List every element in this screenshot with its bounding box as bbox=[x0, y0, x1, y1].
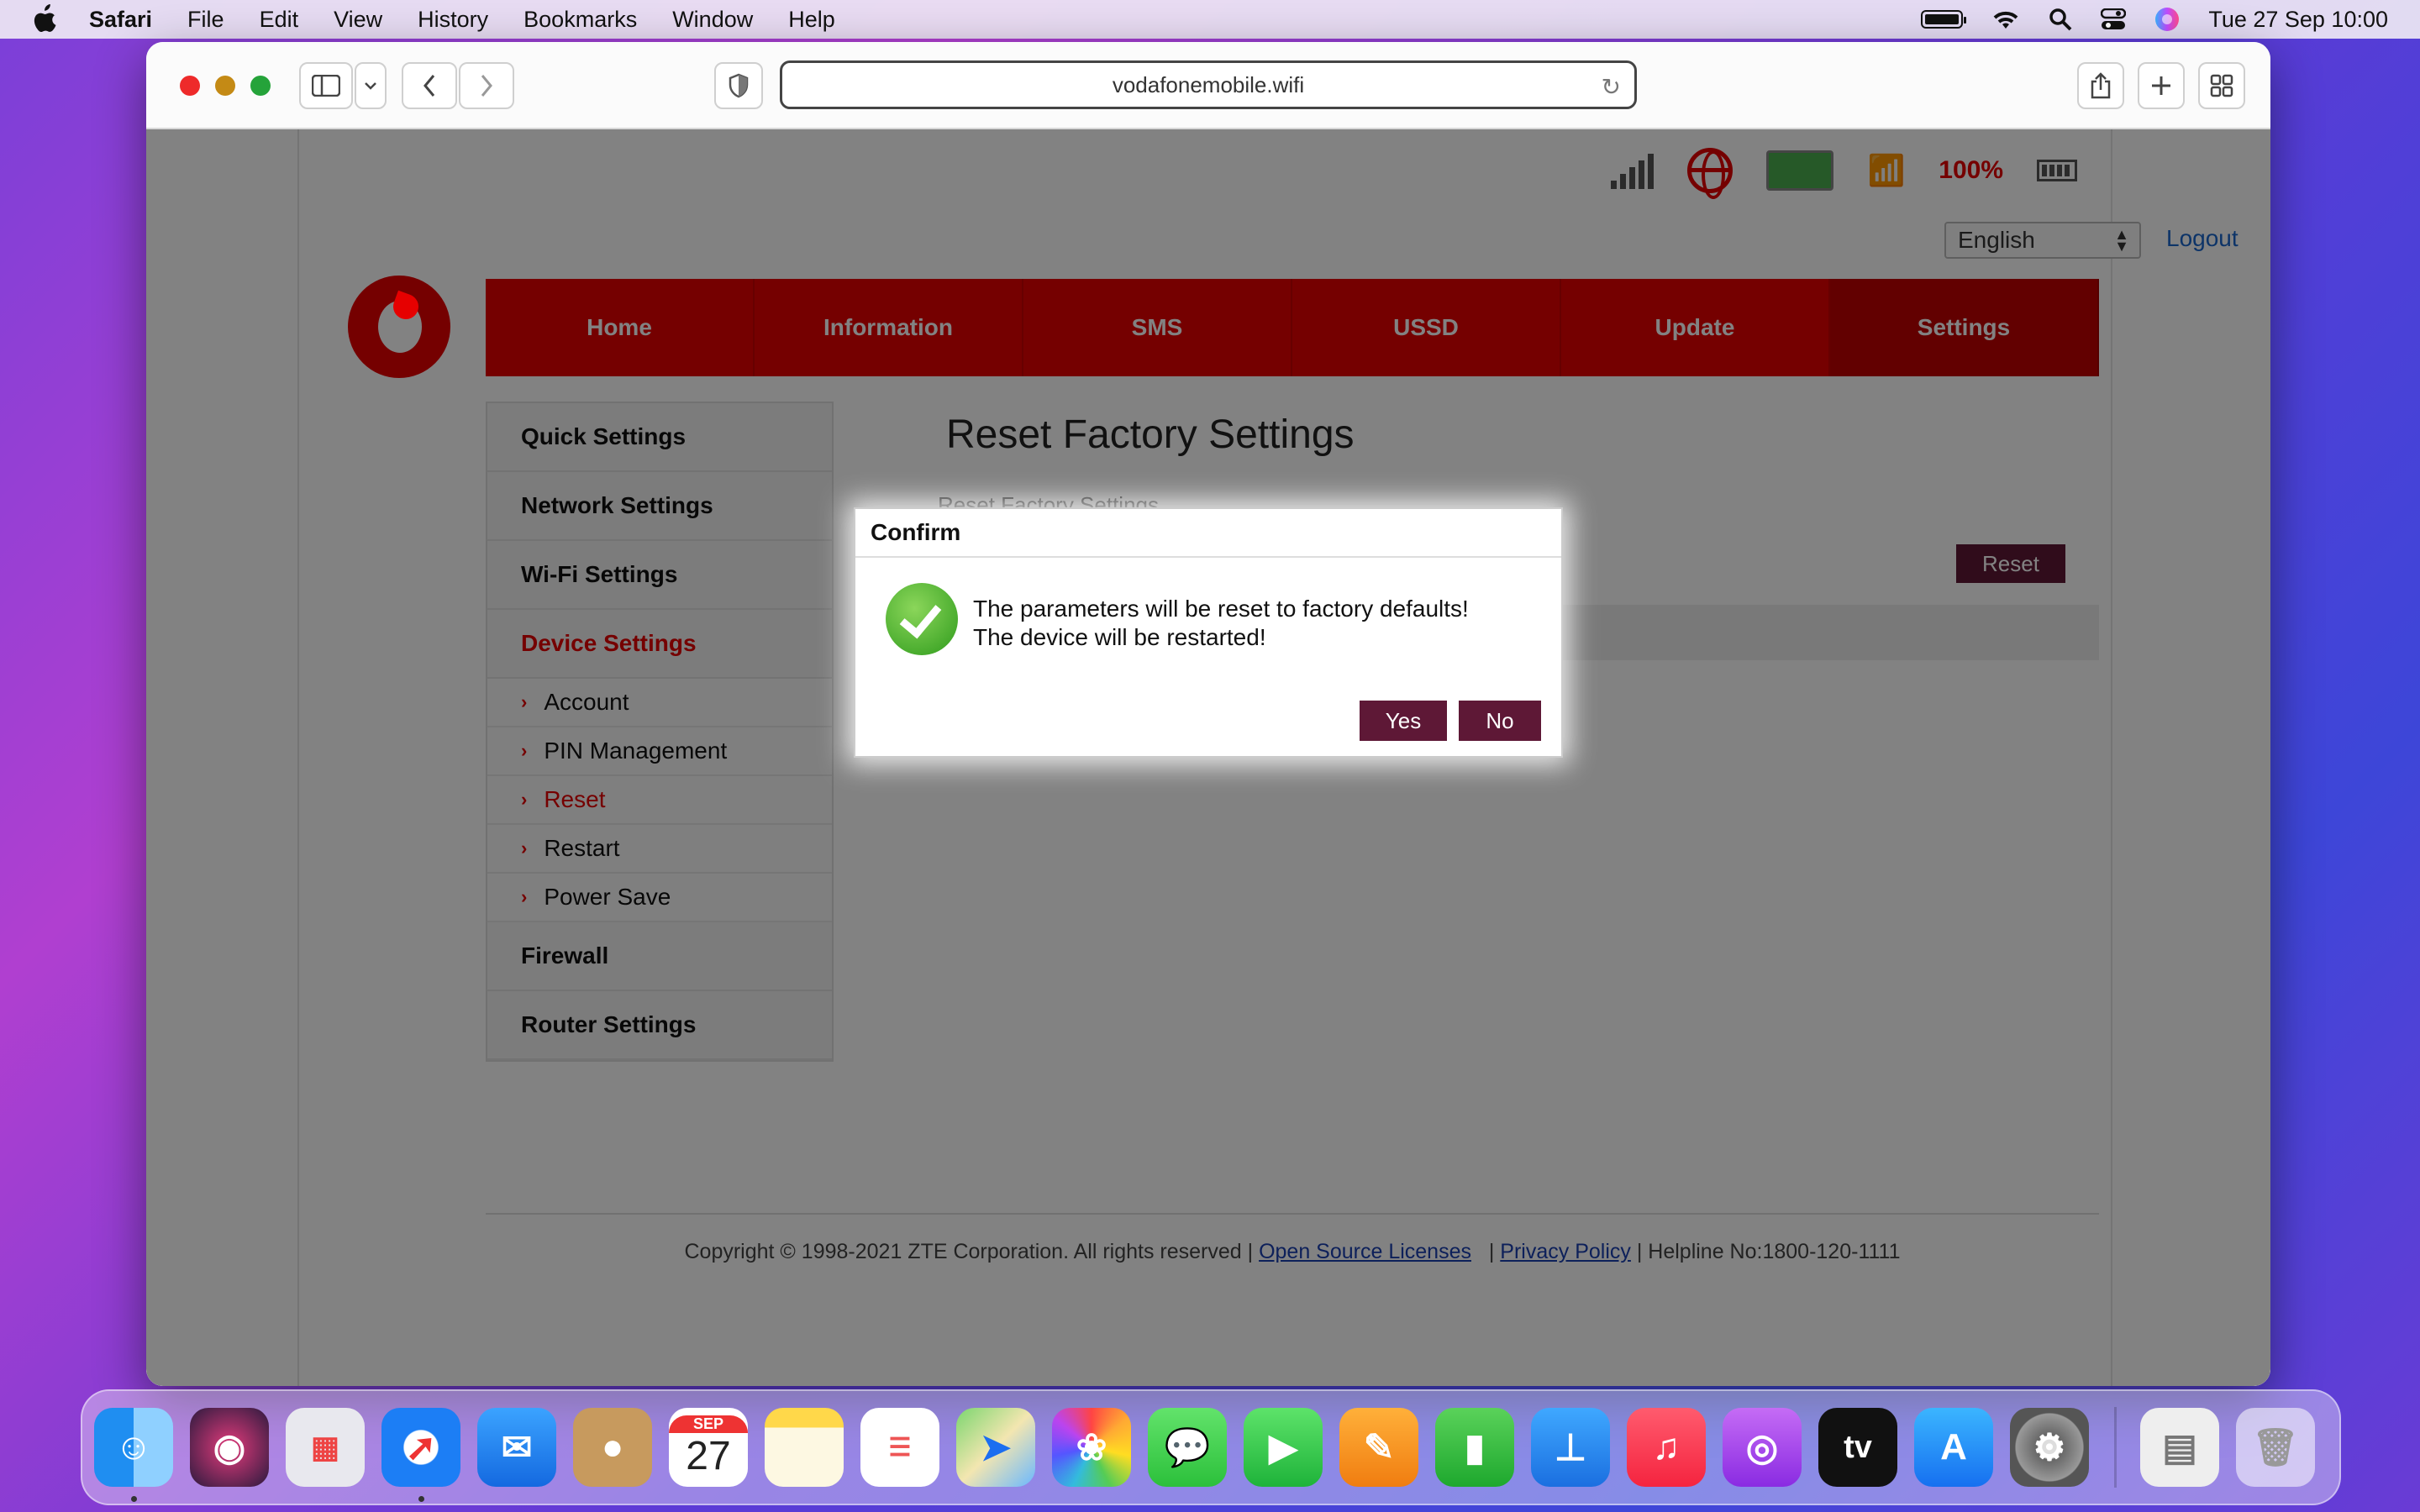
zoom-window-button[interactable] bbox=[250, 76, 271, 96]
dialog-message: The parameters will be reset to factory … bbox=[973, 595, 1469, 652]
back-button[interactable] bbox=[402, 62, 457, 109]
no-button[interactable]: No bbox=[1459, 701, 1541, 741]
browser-toolbar: vodafonemobile.wifi ↻ bbox=[146, 42, 2270, 129]
privacy-report-button[interactable] bbox=[714, 62, 763, 109]
dialog-message-line-2: The device will be restarted! bbox=[973, 624, 1266, 650]
tab-overview-button[interactable] bbox=[2198, 62, 2245, 109]
app-name-menu[interactable]: Safari bbox=[89, 7, 152, 33]
launchpad-icon[interactable]: ▦ bbox=[286, 1408, 365, 1487]
sidebar-toggle-button[interactable] bbox=[299, 62, 353, 109]
chevron-left-icon bbox=[424, 75, 435, 97]
wifi-icon[interactable] bbox=[1991, 8, 2020, 30]
tab-group-dropdown-button[interactable] bbox=[355, 62, 387, 109]
yes-button[interactable]: Yes bbox=[1360, 701, 1447, 741]
menu-clock[interactable]: Tue 27 Sep 10:00 bbox=[2208, 7, 2388, 33]
trash-icon[interactable]: 🗑 bbox=[2236, 1408, 2315, 1487]
contacts-icon[interactable]: ● bbox=[573, 1408, 652, 1487]
safari-icon[interactable]: ➚ bbox=[381, 1408, 460, 1502]
numbers-icon[interactable]: ▮ bbox=[1435, 1408, 1514, 1487]
new-tab-button[interactable] bbox=[2138, 62, 2185, 109]
menu-bar: Safari File Edit View History Bookmarks … bbox=[0, 0, 2420, 39]
battery-icon[interactable] bbox=[1921, 10, 1967, 29]
menu-window[interactable]: Window bbox=[672, 7, 753, 33]
pages-icon[interactable]: ✎ bbox=[1339, 1408, 1418, 1487]
running-indicator bbox=[131, 1496, 137, 1502]
system-preferences-icon[interactable]: ⚙ bbox=[2010, 1408, 2089, 1487]
apple-tv-icon[interactable]: tv bbox=[1818, 1408, 1897, 1487]
router-web-page: 📶 100% English ▲ ▼ Logout Home Informatio… bbox=[146, 129, 2270, 1386]
maps-icon[interactable]: ➤ bbox=[956, 1408, 1035, 1487]
menu-edit[interactable]: Edit bbox=[260, 7, 299, 33]
grid-icon bbox=[2210, 74, 2233, 97]
finder-icon[interactable]: ☺ bbox=[94, 1408, 173, 1502]
share-icon bbox=[2091, 72, 2111, 99]
calendar-month: SEP bbox=[669, 1415, 748, 1433]
notes-icon[interactable] bbox=[765, 1408, 844, 1487]
sidebar-icon bbox=[312, 75, 340, 97]
minimize-window-button[interactable] bbox=[215, 76, 235, 96]
checkmark-icon bbox=[886, 583, 958, 655]
address-bar[interactable]: vodafonemobile.wifi ↻ bbox=[780, 60, 1637, 109]
menu-help[interactable]: Help bbox=[788, 7, 835, 33]
facetime-icon[interactable]: ▶ bbox=[1244, 1408, 1323, 1487]
chevron-down-icon bbox=[365, 82, 376, 90]
reminders-icon[interactable]: ☰ bbox=[860, 1408, 939, 1487]
reload-icon[interactable]: ↻ bbox=[1602, 73, 1621, 101]
dialog-title: Confirm bbox=[855, 509, 1561, 558]
keynote-icon[interactable]: ⊥ bbox=[1531, 1408, 1610, 1487]
modal-overlay bbox=[146, 129, 2270, 1386]
calendar-icon[interactable]: SEP 27 bbox=[669, 1408, 748, 1487]
window-controls bbox=[180, 76, 271, 96]
siri-app-icon[interactable]: ◉ bbox=[190, 1408, 269, 1487]
menu-file[interactable]: File bbox=[187, 7, 224, 33]
dock-separator bbox=[2114, 1407, 2117, 1488]
menu-bookmarks[interactable]: Bookmarks bbox=[523, 7, 637, 33]
menu-history[interactable]: History bbox=[418, 7, 488, 33]
calendar-day: 27 bbox=[686, 1434, 731, 1478]
siri-icon[interactable] bbox=[2154, 7, 2180, 32]
url-text[interactable]: vodafonemobile.wifi bbox=[1113, 72, 1304, 98]
app-store-icon[interactable]: A bbox=[1914, 1408, 1993, 1487]
share-button[interactable] bbox=[2077, 62, 2124, 109]
plus-icon bbox=[2152, 76, 2170, 95]
spotlight-search-icon[interactable] bbox=[2049, 8, 2072, 31]
downloads-stack-icon[interactable]: ▤ bbox=[2140, 1408, 2219, 1487]
apple-menu-icon[interactable] bbox=[32, 4, 59, 34]
running-indicator bbox=[418, 1496, 424, 1502]
safari-window: vodafonemobile.wifi ↻ 📶 100% English ▲ ▼… bbox=[146, 42, 2270, 1386]
shield-icon bbox=[729, 73, 749, 98]
dock: ☺ ◉ ▦ ➚ ✉ ● SEP 27 ☰ ➤ ❀ 💬 ▶ ✎ ▮ ⊥ ♫ ◎ t… bbox=[81, 1389, 2341, 1505]
forward-button[interactable] bbox=[459, 62, 514, 109]
control-center-icon[interactable] bbox=[2101, 8, 2127, 30]
dialog-message-line-1: The parameters will be reset to factory … bbox=[973, 596, 1469, 622]
music-icon[interactable]: ♫ bbox=[1627, 1408, 1706, 1487]
chevron-right-icon bbox=[481, 75, 492, 97]
mail-icon[interactable]: ✉ bbox=[477, 1408, 556, 1487]
close-window-button[interactable] bbox=[180, 76, 200, 96]
podcasts-icon[interactable]: ◎ bbox=[1723, 1408, 1802, 1487]
confirm-dialog: Confirm The parameters will be reset to … bbox=[854, 507, 1563, 758]
photos-icon[interactable]: ❀ bbox=[1052, 1408, 1131, 1487]
menu-view[interactable]: View bbox=[334, 7, 382, 33]
messages-icon[interactable]: 💬 bbox=[1148, 1408, 1227, 1487]
apple-tv-label: tv bbox=[1844, 1429, 1872, 1465]
